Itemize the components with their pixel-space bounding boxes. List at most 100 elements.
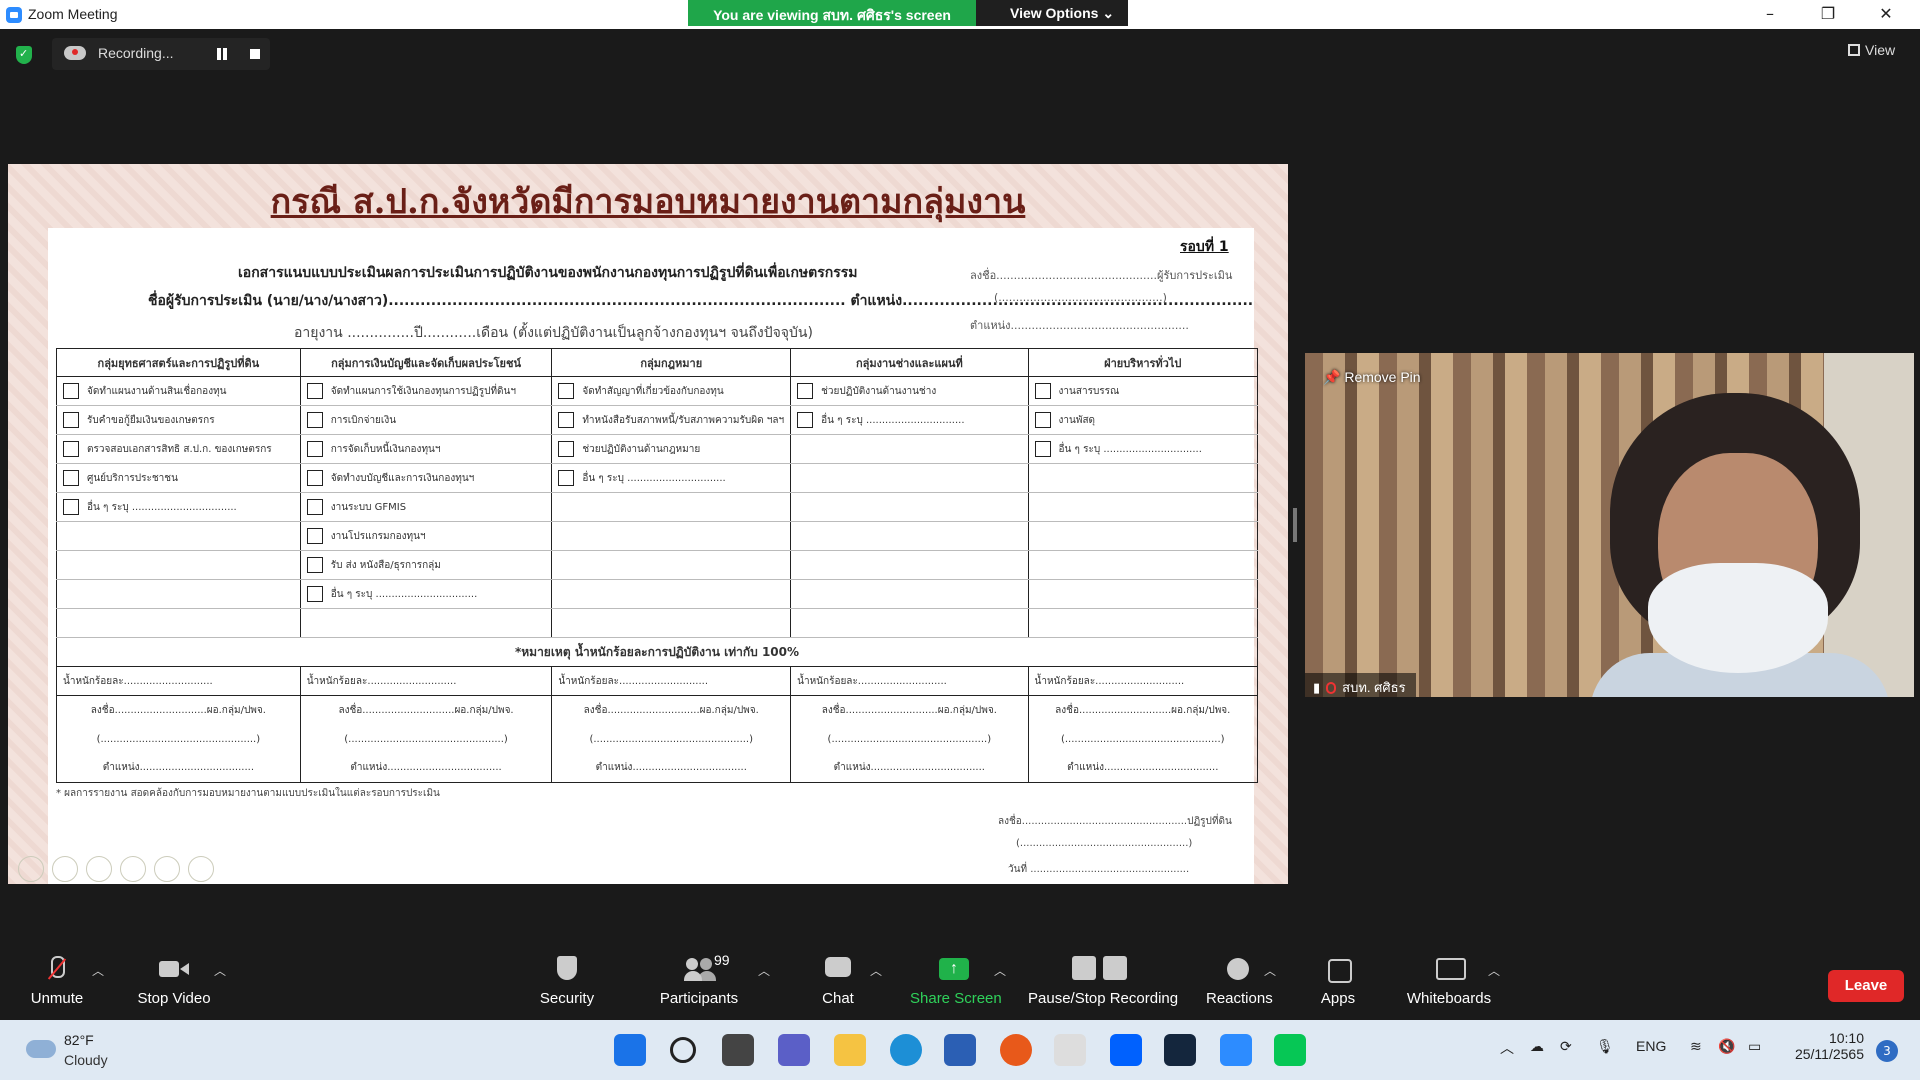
participants-chevron-icon[interactable]: ︿: [758, 962, 770, 979]
zoom-taskbar-icon[interactable]: [1220, 1034, 1252, 1066]
notification-count[interactable]: 3: [1876, 1040, 1898, 1062]
task-checkbox[interactable]: [306, 412, 323, 428]
task-view-icon[interactable]: [722, 1034, 754, 1066]
task-checkbox[interactable]: [306, 586, 323, 602]
viewing-banner: You are viewing สบท. ศศิธร's screen: [688, 0, 976, 26]
paren-cell: (.......................................…: [56, 724, 301, 754]
task-label: จัดทำแผนการใช้เงินกองทุนการปฏิรูปที่ดินฯ: [330, 386, 516, 397]
view-button[interactable]: View: [1848, 42, 1895, 58]
wifi-icon[interactable]: ≋: [1690, 1038, 1702, 1055]
participants-icon: 99: [684, 952, 730, 984]
whiteboards-chevron-icon[interactable]: ︿: [1488, 962, 1500, 979]
video-options-chevron-icon[interactable]: ︿: [214, 962, 226, 979]
volume-muted-icon[interactable]: 🔇: [1718, 1038, 1735, 1055]
view-options-button[interactable]: View Options ⌄: [976, 0, 1128, 26]
task-checkbox[interactable]: [306, 499, 323, 515]
next-page-icon[interactable]: [52, 856, 78, 882]
participant-video[interactable]: 📌 Remove Pin ▮ สบท. ศศิธร: [1305, 353, 1914, 697]
restore-icon[interactable]: ❐: [1818, 4, 1838, 23]
chat-chevron-icon[interactable]: ︿: [870, 962, 882, 979]
system-clock[interactable]: 10:10 25/11/2565: [1790, 1030, 1864, 1062]
reactions-label: Reactions: [1206, 990, 1273, 1007]
start-icon[interactable]: [614, 1034, 646, 1066]
pause-stop-recording-button[interactable]: Pause/Stop Recording: [1028, 954, 1178, 1007]
word-app-icon[interactable]: [1164, 1034, 1196, 1066]
share-screen-button[interactable]: Share Screen: [910, 954, 1002, 1007]
task-checkbox[interactable]: [558, 441, 575, 457]
task-checkbox[interactable]: [797, 412, 814, 428]
onedrive-icon[interactable]: ☁: [1530, 1038, 1544, 1055]
task-checkbox[interactable]: [306, 470, 323, 486]
pdf-toolbar: [18, 856, 214, 882]
task-checkbox[interactable]: [63, 412, 79, 428]
whiteboards-button[interactable]: Whiteboards: [1406, 954, 1492, 1007]
stop-video-button[interactable]: Stop Video: [136, 954, 212, 1007]
task-checkbox[interactable]: [797, 383, 814, 399]
microphone-icon[interactable]: 🎙: [1596, 1038, 1614, 1055]
muted-mic-icon: [1326, 682, 1337, 694]
task-checkbox[interactable]: [306, 383, 323, 399]
task-checkbox[interactable]: [63, 383, 79, 399]
remove-pin-button[interactable]: 📌 Remove Pin: [1323, 369, 1421, 386]
zoom-app-icon: [6, 7, 22, 23]
search-icon[interactable]: [670, 1037, 696, 1063]
task-checkbox[interactable]: [63, 470, 79, 486]
security-shield-icon: [552, 954, 582, 984]
weight-cell: น้ำหนักร้อยละ...........................…: [551, 666, 792, 696]
chat-button[interactable]: Chat: [820, 954, 856, 1007]
task-checkbox[interactable]: [1034, 383, 1051, 399]
task-checkbox[interactable]: [1034, 441, 1051, 457]
teams-chat-icon[interactable]: [778, 1034, 810, 1066]
encryption-shield-icon[interactable]: [16, 46, 32, 64]
dropbox-icon[interactable]: [1110, 1034, 1142, 1066]
task-checkbox[interactable]: [306, 528, 323, 544]
share-chevron-icon[interactable]: ︿: [994, 962, 1006, 979]
unmute-button[interactable]: Unmute: [28, 954, 86, 1007]
apps-button[interactable]: Apps: [1320, 954, 1356, 1007]
chat-label: Chat: [822, 990, 854, 1007]
language-indicator[interactable]: ENG: [1636, 1038, 1666, 1054]
stop-recording-icon[interactable]: [250, 49, 260, 59]
task-checkbox[interactable]: [558, 412, 575, 428]
task-cell: การจัดเก็บหนี้เงินกองทุนฯ: [299, 434, 553, 464]
temperature: 82°F: [64, 1032, 94, 1048]
shared-screen[interactable]: กรณี ส.ป.ก.จังหวัดมีการมอบหมายงานตามกลุ่…: [8, 164, 1288, 884]
task-checkbox[interactable]: [306, 441, 323, 457]
participants-button[interactable]: 99 Participants: [658, 952, 740, 1007]
signature-cell: ลงชื่อ.............................ผอ.กล…: [299, 695, 553, 725]
pen-icon[interactable]: [86, 856, 112, 882]
task-checkbox[interactable]: [306, 557, 323, 573]
amazon-icon[interactable]: [1054, 1034, 1086, 1066]
copy-icon[interactable]: [120, 856, 146, 882]
line-app-icon[interactable]: [1274, 1034, 1306, 1066]
more-icon[interactable]: [188, 856, 214, 882]
close-icon[interactable]: ✕: [1876, 4, 1896, 23]
task-checkbox[interactable]: [1034, 412, 1051, 428]
microsoft-store-icon[interactable]: [944, 1034, 976, 1066]
task-checkbox[interactable]: [63, 441, 79, 457]
task-checkbox[interactable]: [63, 499, 79, 515]
sync-icon[interactable]: ⟳: [1560, 1038, 1572, 1055]
column-header: กลุ่มการเงินบัญชีและจัดเก็บผลประโยชน์: [299, 348, 553, 377]
audio-options-chevron-icon[interactable]: ︿: [92, 962, 104, 979]
security-button[interactable]: Security: [538, 954, 596, 1007]
pause-recording-icon[interactable]: [216, 48, 228, 60]
minimize-icon[interactable]: –: [1760, 4, 1780, 23]
battery-icon[interactable]: ▭: [1748, 1038, 1761, 1055]
edge-browser-icon[interactable]: [890, 1034, 922, 1066]
weight-cell: น้ำหนักร้อยละ...........................…: [56, 666, 301, 696]
file-explorer-icon[interactable]: [834, 1034, 866, 1066]
task-cell: ตรวจสอบเอกสารสิทธิ ส.ป.ก. ของเกษตรกร: [56, 434, 301, 464]
position-cell: ตำแหน่ง.................................…: [1027, 753, 1259, 783]
show-hidden-icons-chevron-icon[interactable]: ︿: [1500, 1038, 1514, 1058]
firefox-icon[interactable]: [1000, 1034, 1032, 1066]
panel-resize-handle[interactable]: [1293, 508, 1297, 542]
prev-page-icon[interactable]: [18, 856, 44, 882]
reactions-button[interactable]: Reactions: [1206, 954, 1273, 1007]
task-cell: ศูนย์บริการประชาชน: [56, 463, 301, 493]
task-checkbox[interactable]: [558, 470, 575, 486]
zoom-icon[interactable]: [154, 856, 180, 882]
leave-button[interactable]: Leave: [1828, 970, 1904, 1002]
reactions-chevron-icon[interactable]: ︿: [1264, 962, 1276, 979]
task-checkbox[interactable]: [558, 383, 575, 399]
